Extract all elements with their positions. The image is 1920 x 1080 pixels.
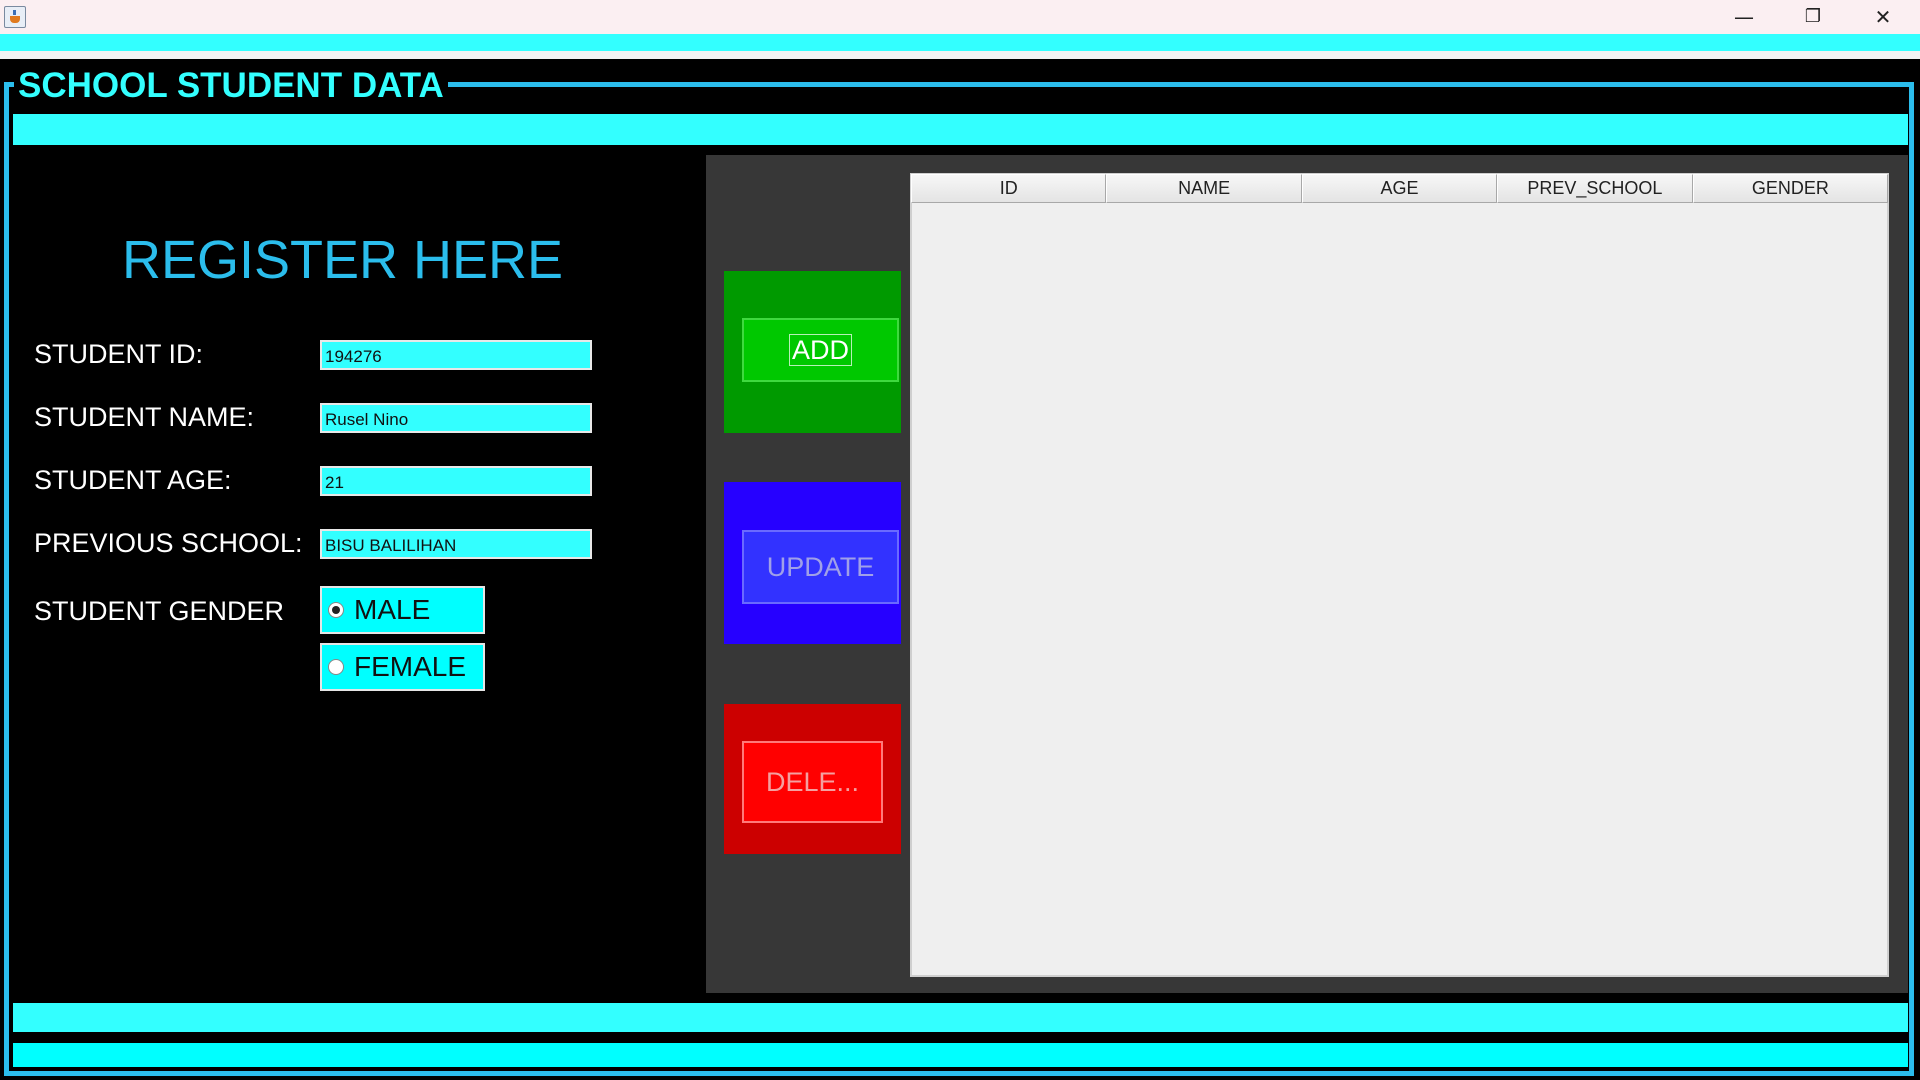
delete-button[interactable]: DELE... — [742, 741, 883, 823]
previous-school-field[interactable]: BISU BALILIHAN — [320, 529, 592, 559]
radio-label-male: MALE — [354, 594, 431, 625]
student-age-label: STUDENT AGE: — [34, 465, 232, 495]
column-header-gender[interactable]: GENDER — [1692, 174, 1889, 203]
column-header-age[interactable]: AGE — [1301, 174, 1498, 203]
radio-label-female: FEMALE — [354, 651, 467, 682]
java-app-icon — [4, 6, 26, 28]
add-button[interactable]: ADD — [742, 318, 899, 382]
radio-selected-icon — [328, 602, 344, 618]
update-button[interactable]: UPDATE — [742, 530, 899, 604]
gender-radio-female[interactable]: FEMALE — [320, 643, 485, 691]
footer-cyan-bar — [13, 1003, 1908, 1032]
previous-school-label: PREVIOUS SCHOOL: — [34, 528, 303, 558]
footer-cyan-bar-2 — [13, 1043, 1908, 1067]
student-table[interactable] — [910, 173, 1889, 977]
gender-radio-male[interactable]: MALE — [320, 586, 485, 634]
student-age-field[interactable]: 21 — [320, 466, 592, 496]
student-name-field[interactable]: Rusel Nino — [320, 403, 592, 433]
window-title-bar: — ❐ ✕ — [0, 0, 1920, 34]
student-id-field[interactable]: 194276 — [320, 340, 592, 370]
column-header-name[interactable]: NAME — [1106, 174, 1302, 203]
header-cyan-bar — [13, 114, 1908, 145]
register-heading: REGISTER HERE — [122, 230, 564, 290]
minimize-button[interactable]: — — [1716, 0, 1772, 34]
column-header-id[interactable]: ID — [911, 174, 1107, 203]
top-cyan-strip — [0, 34, 1920, 51]
student-name-label: STUDENT NAME: — [34, 402, 255, 432]
student-id-label: STUDENT ID: — [34, 339, 204, 369]
add-button-label: ADD — [788, 334, 852, 366]
table-header: ID NAME AGE PREV_SCHOOL GENDER — [911, 174, 1889, 203]
radio-unselected-icon — [328, 659, 344, 675]
close-button[interactable]: ✕ — [1855, 0, 1911, 34]
restore-button[interactable]: ❐ — [1785, 0, 1841, 34]
frame-title: SCHOOL STUDENT DATA — [14, 66, 448, 106]
student-gender-label: STUDENT GENDER — [34, 596, 285, 626]
top-white-strip — [0, 51, 1920, 59]
column-header-prev-school[interactable]: PREV_SCHOOL — [1497, 174, 1693, 203]
